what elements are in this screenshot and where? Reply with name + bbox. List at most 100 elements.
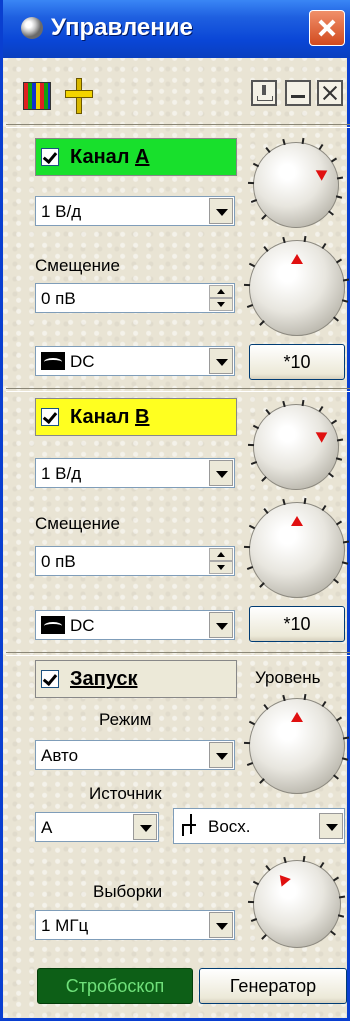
knob-tick bbox=[321, 505, 327, 512]
close-button[interactable] bbox=[309, 10, 345, 46]
trigger-mode-select[interactable]: Авто bbox=[35, 740, 235, 770]
chevron-down-icon[interactable] bbox=[209, 460, 233, 486]
sampling-rate-knob[interactable] bbox=[248, 855, 346, 948]
channel-b-offset-input[interactable]: 0 пВ bbox=[35, 546, 235, 576]
knob-tick bbox=[342, 757, 349, 761]
coupling-icon bbox=[41, 616, 65, 634]
minimize-button[interactable] bbox=[285, 80, 311, 106]
knob-tick bbox=[335, 520, 342, 526]
channel-b-offset-label: Смещение bbox=[35, 514, 121, 533]
knob-tick bbox=[336, 456, 343, 461]
channel-a-checkbox[interactable] bbox=[41, 148, 59, 166]
channel-b-coupling-select[interactable]: DC bbox=[35, 610, 235, 640]
chevron-down-icon[interactable] bbox=[209, 612, 233, 638]
channel-b-offset-knob[interactable] bbox=[244, 497, 350, 598]
sampling-rate-select[interactable]: 1 МГц bbox=[35, 910, 235, 940]
channel-a-volts-select[interactable]: 1 В/д bbox=[35, 196, 235, 226]
sampling-label: Выборки bbox=[93, 882, 163, 901]
knob-tick bbox=[337, 176, 344, 180]
knob-tick bbox=[335, 258, 342, 264]
channel-a-offset-knob[interactable] bbox=[244, 235, 350, 336]
knob-tick bbox=[332, 876, 339, 882]
title-bar[interactable]: Управление bbox=[3, 0, 350, 58]
knob-tick bbox=[265, 409, 271, 415]
knob-tick bbox=[283, 856, 287, 863]
knob-tick bbox=[261, 933, 268, 940]
channel-a-label: Канал A bbox=[70, 146, 150, 168]
chevron-down-icon[interactable] bbox=[209, 912, 233, 938]
close-panel-button[interactable] bbox=[317, 80, 343, 106]
trigger-checkbox[interactable] bbox=[41, 670, 59, 688]
knob-tick bbox=[338, 914, 345, 918]
channel-b-x10-button[interactable]: *10 bbox=[249, 606, 345, 642]
trigger-mode-label: Режим bbox=[99, 710, 152, 729]
channel-a-offset-input[interactable]: 0 пВ bbox=[35, 283, 235, 313]
knob-tick bbox=[252, 424, 260, 429]
knob-tick bbox=[247, 565, 254, 570]
generator-button[interactable]: Генератор bbox=[199, 968, 347, 1004]
spin-down-icon[interactable] bbox=[209, 561, 233, 574]
chevron-down-icon[interactable] bbox=[133, 814, 157, 840]
trigger-level-knob[interactable] bbox=[244, 693, 350, 794]
channel-a-volts-knob[interactable] bbox=[248, 137, 344, 228]
separator bbox=[6, 652, 350, 656]
knob-tick bbox=[321, 701, 327, 708]
knob-tick bbox=[252, 880, 260, 886]
chevron-down-icon[interactable] bbox=[209, 348, 233, 374]
knob-tick bbox=[343, 278, 350, 282]
trigger-label: Запуск bbox=[70, 668, 138, 690]
separator bbox=[6, 124, 350, 128]
channel-a-coupling-select[interactable]: DC bbox=[35, 346, 235, 376]
trigger-edge-select[interactable]: Восх. bbox=[173, 808, 345, 844]
knob-tick bbox=[282, 694, 286, 701]
knob-tick bbox=[247, 303, 254, 308]
knob-tick bbox=[329, 930, 336, 936]
channel-a-x10-button[interactable]: *10 bbox=[249, 344, 345, 380]
channel-b-checkbox[interactable] bbox=[41, 408, 59, 426]
channel-b-header[interactable]: Канал B bbox=[35, 398, 237, 436]
spin-up-icon[interactable] bbox=[209, 548, 233, 561]
dock-icon[interactable] bbox=[251, 80, 277, 106]
knob-tick bbox=[244, 742, 251, 745]
knob-tick bbox=[330, 158, 337, 163]
knob-tick bbox=[303, 497, 307, 504]
window-title: Управление bbox=[51, 14, 193, 41]
channel-a-header[interactable]: Канал A bbox=[35, 138, 237, 176]
separator bbox=[6, 388, 350, 392]
knob-tick bbox=[303, 235, 307, 242]
knob-tick bbox=[262, 508, 269, 515]
knob-tick bbox=[249, 263, 256, 268]
knob-tick bbox=[337, 438, 344, 442]
knob-tick bbox=[303, 693, 307, 700]
knob-tick bbox=[330, 420, 337, 425]
knob-tick bbox=[262, 246, 269, 253]
knob-tick bbox=[321, 243, 327, 250]
spin-up-icon[interactable] bbox=[209, 285, 233, 298]
knob-tick bbox=[282, 236, 286, 243]
knob-tick bbox=[265, 865, 271, 872]
channel-b-volts-select[interactable]: 1 В/д bbox=[35, 458, 235, 488]
channel-a-offset-label: Смещение bbox=[35, 256, 121, 275]
trigger-header[interactable]: Запуск bbox=[35, 660, 237, 698]
knob-tick bbox=[249, 525, 256, 530]
chevron-down-icon[interactable] bbox=[209, 742, 233, 768]
chevron-down-icon[interactable] bbox=[209, 198, 233, 224]
knob-tick bbox=[343, 540, 350, 544]
app-icon bbox=[21, 17, 43, 39]
control-window: Управление Канал A 1 В/д Смещение 0 пВ D… bbox=[0, 0, 350, 1021]
chevron-down-icon[interactable] bbox=[319, 813, 343, 839]
knob-tick bbox=[265, 147, 271, 153]
knob-tick bbox=[342, 299, 349, 303]
knob-tick bbox=[258, 778, 265, 785]
strobe-button[interactable]: Стробоскоп bbox=[37, 968, 193, 1004]
oscilloscope-display-icon[interactable] bbox=[23, 82, 51, 110]
probe-settings-icon[interactable] bbox=[65, 78, 93, 114]
knob-tick bbox=[328, 210, 334, 216]
knob-tick bbox=[302, 855, 306, 862]
channel-b-volts-knob[interactable] bbox=[248, 399, 344, 490]
spin-down-icon[interactable] bbox=[209, 298, 233, 311]
knob-tick bbox=[248, 181, 255, 184]
coupling-icon bbox=[41, 352, 65, 370]
knob-tick bbox=[335, 716, 342, 722]
trigger-source-select[interactable]: A bbox=[35, 812, 159, 842]
